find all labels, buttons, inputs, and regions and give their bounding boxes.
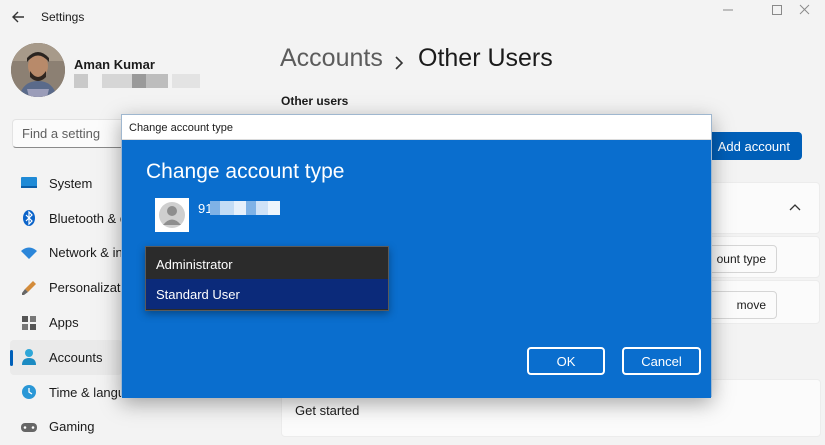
- title-bar: Settings: [0, 0, 825, 34]
- app-title: Settings: [41, 10, 85, 24]
- profile-avatar[interactable]: [11, 43, 65, 97]
- sidebar-item-apps[interactable]: Apps: [10, 305, 130, 340]
- change-account-type-label: ount type: [716, 252, 766, 266]
- apps-icon: [20, 314, 38, 332]
- bluetooth-icon: [20, 209, 38, 227]
- breadcrumb-chevron-icon: [392, 50, 406, 70]
- back-button[interactable]: [8, 6, 30, 28]
- sidebar-item-personalization[interactable]: Personalizatio: [10, 270, 131, 305]
- brush-icon: [20, 279, 38, 297]
- profile-email-redacted: [74, 74, 200, 88]
- dialog-window-title: Change account type: [129, 122, 233, 134]
- minimize-button[interactable]: [712, 2, 742, 18]
- maximize-icon: [772, 5, 782, 15]
- sidebar-item-label: Network & in: [49, 245, 123, 261]
- profile-name: Aman Kumar: [74, 57, 155, 72]
- change-account-type-dialog: Change account type Change account type …: [121, 114, 712, 398]
- back-arrow-icon: [12, 11, 24, 23]
- close-icon: [799, 4, 810, 15]
- system-icon: [20, 174, 38, 192]
- dialog-body: Change account type 91 Administrator Sta…: [122, 140, 711, 398]
- sidebar-item-bluetooth[interactable]: Bluetooth & d: [10, 201, 130, 236]
- search-placeholder: Find a setting: [22, 126, 101, 141]
- sidebar-item-time-language[interactable]: Time & langua: [10, 375, 133, 410]
- dialog-heading: Change account type: [146, 160, 345, 183]
- active-indicator: [10, 349, 13, 366]
- cancel-button[interactable]: Cancel: [622, 347, 701, 375]
- dialog-title-bar[interactable]: Change account type: [122, 115, 711, 140]
- sidebar-item-label: Gaming: [49, 419, 95, 435]
- ok-button[interactable]: OK: [527, 347, 605, 375]
- page-title: Other Users: [418, 44, 553, 72]
- section-label: Other users: [281, 94, 349, 108]
- sidebar-item-label: Apps: [49, 315, 79, 331]
- dropdown-option-standard-user[interactable]: Standard User: [146, 279, 388, 309]
- ok-label: OK: [556, 353, 576, 369]
- user-avatar-icon: [155, 198, 189, 232]
- close-button[interactable]: [796, 2, 825, 18]
- username-redacted: [210, 201, 280, 215]
- sidebar-item-system[interactable]: System: [10, 166, 130, 201]
- sidebar-item-label: Bluetooth & d: [49, 210, 128, 226]
- cancel-label: Cancel: [641, 353, 682, 369]
- remove-label: move: [736, 298, 766, 312]
- sidebar-item-label: Accounts: [49, 349, 103, 365]
- get-started-label: Get started: [295, 403, 360, 418]
- dropdown-option-administrator[interactable]: Administrator: [146, 249, 388, 279]
- add-account-button[interactable]: Add account: [700, 132, 802, 160]
- clock-icon: [20, 383, 38, 401]
- controller-icon: [20, 418, 38, 436]
- minimize-icon: [723, 9, 733, 11]
- maximize-button[interactable]: [762, 2, 792, 18]
- sidebar-item-gaming[interactable]: Gaming: [10, 410, 130, 445]
- add-account-label: Add account: [717, 138, 790, 154]
- sidebar-item-label: Time & langua: [49, 384, 133, 400]
- sidebar-item-label: Personalizatio: [49, 280, 131, 296]
- person-icon: [20, 348, 38, 366]
- account-type-dropdown[interactable]: Administrator Standard User: [145, 246, 389, 311]
- user-card[interactable]: [700, 182, 820, 234]
- profile-photo: [11, 43, 65, 97]
- sidebar-item-accounts[interactable]: Accounts: [10, 339, 122, 375]
- wifi-icon: [20, 244, 38, 262]
- breadcrumb-parent[interactable]: Accounts: [280, 44, 383, 73]
- sidebar-item-label: System: [49, 175, 93, 191]
- sidebar-item-network[interactable]: Network & in: [10, 236, 130, 271]
- chevron-up-icon[interactable]: [788, 200, 802, 212]
